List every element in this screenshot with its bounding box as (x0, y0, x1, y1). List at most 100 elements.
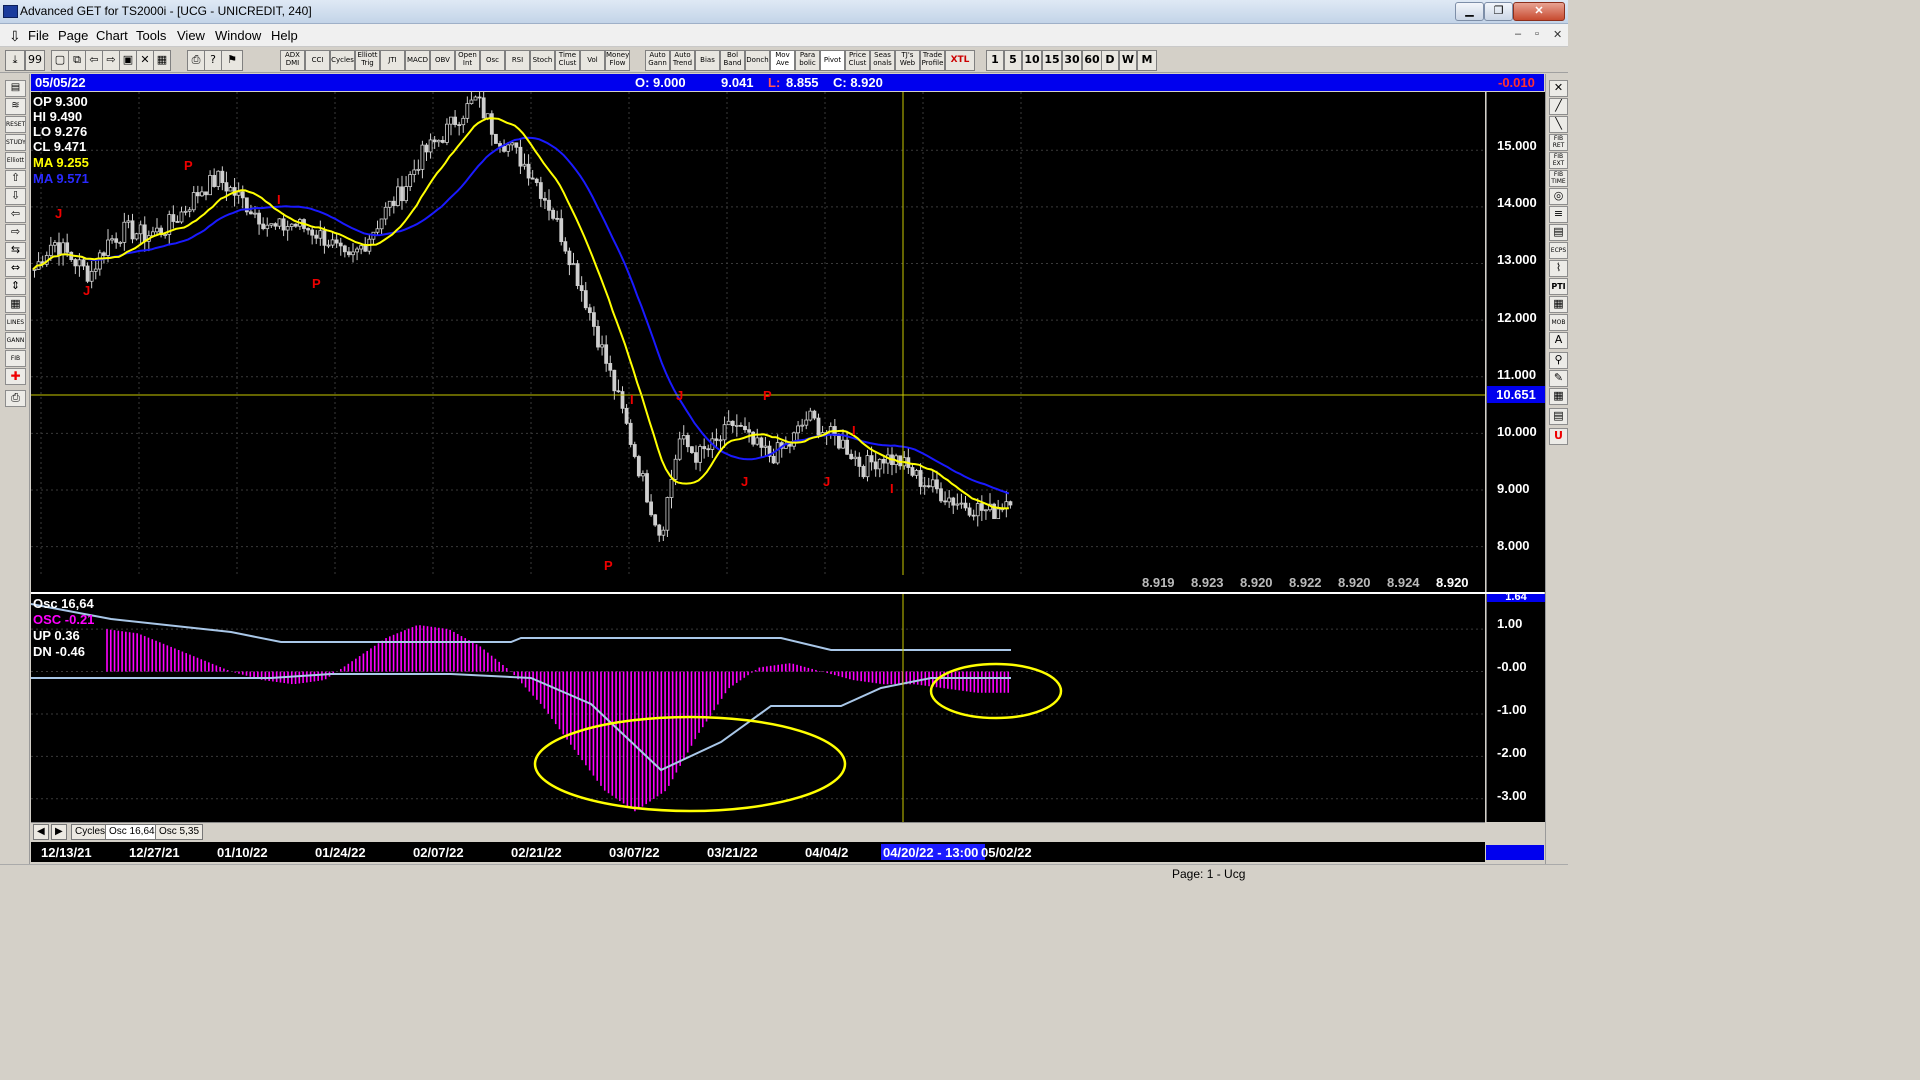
print-icon[interactable]: ⎙ (5, 390, 26, 407)
frame-icon[interactable]: ▣ (119, 50, 137, 71)
cycle-tool-icon[interactable]: ⌇ (1549, 260, 1568, 277)
study-button[interactable]: STUDY (5, 134, 26, 151)
circle-tool-icon[interactable]: ◎ (1549, 188, 1568, 205)
study-bol-band-button[interactable]: Bol Band (720, 50, 745, 71)
lines-button[interactable]: LINES (5, 314, 26, 331)
fib-button[interactable]: FIB (5, 350, 26, 367)
study-money-flow-button[interactable]: Money Flow (605, 50, 630, 71)
fan-tool-icon[interactable]: ≡ (1549, 206, 1568, 223)
mdi-close-button[interactable]: ✕ (1553, 28, 1562, 41)
download-icon[interactable]: ⤓ (5, 50, 25, 71)
undo-button[interactable]: U (1549, 428, 1568, 445)
arrow-down-icon[interactable]: ⇩ (5, 188, 26, 205)
box-tool-icon[interactable]: ▦ (1549, 388, 1568, 405)
period-1-button[interactable]: 1 (986, 50, 1004, 71)
period-60-button[interactable]: 60 (1082, 50, 1102, 71)
mdi-restore-button[interactable]: ▫ (1535, 28, 1539, 40)
study-stoch-button[interactable]: Stoch (530, 50, 555, 71)
study-bias-button[interactable]: Bias (695, 50, 720, 71)
study-parabolic-button[interactable]: Para bolic (795, 50, 820, 71)
menu-chart[interactable]: Chart (96, 28, 128, 43)
document-icon[interactable]: ⇩ (9, 28, 21, 45)
line-down-tool-icon[interactable]: ╲ (1549, 116, 1568, 133)
price-chart[interactable]: OP 9.300 HI 9.490 LO 9.276 CL 9.471 MA 9… (31, 92, 1485, 592)
maximize-button[interactable]: ❐ (1484, 2, 1513, 21)
grid-icon[interactable]: ▦ (153, 50, 171, 71)
mob-button[interactable]: MOB (1549, 314, 1568, 331)
close-button[interactable]: ✕ (1513, 2, 1565, 21)
line-tool-icon[interactable]: ╱ (1549, 98, 1568, 115)
study-pivot-button[interactable]: Pivot (820, 50, 845, 71)
reset-button[interactable]: RESET (5, 116, 26, 133)
menu-tools[interactable]: Tools (136, 28, 166, 43)
study-cci-button[interactable]: CCI (305, 50, 330, 71)
study-adx-dmi-button[interactable]: ADX DMI (280, 50, 305, 71)
study-auto-gann-button[interactable]: Auto Gann (645, 50, 670, 71)
oscillator-chart[interactable]: Osc 16,64 OSC -0.21 UP 0.36 DN -0.46 (31, 594, 1485, 822)
crosshair-icon[interactable]: ✚ (5, 368, 26, 385)
gann-button[interactable]: GANN (5, 332, 26, 349)
back-icon[interactable]: ⇦ (85, 50, 103, 71)
tab-scroll-right[interactable]: ▶ (51, 824, 67, 840)
arrow-right-icon[interactable]: ⇨ (5, 224, 26, 241)
tab-osc-5-35[interactable]: Osc 5,35 (155, 824, 204, 840)
table-icon[interactable]: ▦ (5, 296, 26, 313)
period-30-button[interactable]: 30 (1062, 50, 1082, 71)
study-time-clust-button[interactable]: Time Clust (555, 50, 580, 71)
study-jti-button[interactable]: JTI (380, 50, 405, 71)
folder-icon[interactable]: ▤ (5, 80, 26, 97)
date-axis[interactable]: 12/13/21 12/27/21 01/10/22 01/24/22 02/0… (31, 842, 1485, 862)
study-rsi-button[interactable]: RSI (505, 50, 530, 71)
ecps-button[interactable]: ECPS (1549, 242, 1568, 259)
text-tool-icon[interactable]: A (1549, 332, 1568, 349)
menu-view[interactable]: View (177, 28, 205, 43)
help-icon[interactable]: ? (204, 50, 222, 71)
wave-icon[interactable]: ≋ (5, 98, 26, 115)
menu-window[interactable]: Window (215, 28, 261, 43)
price-axis[interactable]: 15.000 14.000 13.000 12.000 11.000 10.00… (1486, 92, 1545, 592)
delete-icon[interactable]: ✕ (136, 50, 154, 71)
study-elliott-trig-button[interactable]: Elliott Trig (355, 50, 380, 71)
zoom-icon[interactable]: ⚲ (1549, 352, 1568, 369)
tab-osc-16-64[interactable]: Osc 16,64 (105, 824, 159, 840)
copy-icon[interactable]: ⧉ (68, 50, 86, 71)
mdi-minimize-button[interactable]: ‒ (1515, 28, 1521, 40)
period-5-button[interactable]: 5 (1004, 50, 1022, 71)
arrow-left-icon[interactable]: ⇦ (5, 206, 26, 223)
fib-ext-button[interactable]: FIB EXT (1549, 152, 1568, 169)
study-open-int-button[interactable]: Open Int (455, 50, 480, 71)
quote-icon[interactable]: 99 (25, 50, 45, 71)
period-15-button[interactable]: 15 (1042, 50, 1062, 71)
pti-button[interactable]: PTI (1549, 278, 1568, 295)
study-tjs-web-button[interactable]: TJ's Web (895, 50, 920, 71)
menu-help[interactable]: Help (271, 28, 298, 43)
context-help-icon[interactable]: ⚑ (221, 50, 243, 71)
study-mov-ave-button[interactable]: Mov Ave (770, 50, 795, 71)
study-donch-button[interactable]: Donch (745, 50, 770, 71)
tab-scroll-left[interactable]: ◀ (33, 824, 49, 840)
tab-cycles[interactable]: Cycles (71, 824, 110, 840)
channel-tool-icon[interactable]: ▤ (1549, 224, 1568, 241)
print-icon[interactable]: ⎙ (187, 50, 205, 71)
study-obv-button[interactable]: OBV (430, 50, 455, 71)
pencil-icon[interactable]: ✎ (1549, 370, 1568, 387)
study-seasonals-button[interactable]: Seas onals (870, 50, 895, 71)
compress-icon[interactable]: ⇆ (5, 242, 26, 259)
close-tool-icon[interactable]: ✕ (1549, 80, 1568, 97)
study-xtl-button[interactable]: XTL (945, 50, 975, 71)
period-10-button[interactable]: 10 (1022, 50, 1042, 71)
elliott-button[interactable]: Elliott (5, 152, 26, 169)
oscillator-axis[interactable]: 1.64 1.00 -0.00 -1.00 -2.00 -3.00 (1486, 594, 1545, 822)
study-macd-button[interactable]: MACD (405, 50, 430, 71)
forward-icon[interactable]: ⇨ (102, 50, 120, 71)
list-tool-icon[interactable]: ▤ (1549, 408, 1568, 425)
fib-time-button[interactable]: FIB TIME (1549, 170, 1568, 187)
study-auto-trend-button[interactable]: Auto Trend (670, 50, 695, 71)
study-cycles-button[interactable]: Cycles (330, 50, 355, 71)
study-trade-profile-button[interactable]: Trade Profile (920, 50, 945, 71)
study-vol-button[interactable]: Vol (580, 50, 605, 71)
expand-vertical-icon[interactable]: ⇕ (5, 278, 26, 295)
period-m-button[interactable]: M (1137, 50, 1157, 71)
period-d-button[interactable]: D (1101, 50, 1119, 71)
minimize-button[interactable]: ▁ (1455, 2, 1484, 21)
